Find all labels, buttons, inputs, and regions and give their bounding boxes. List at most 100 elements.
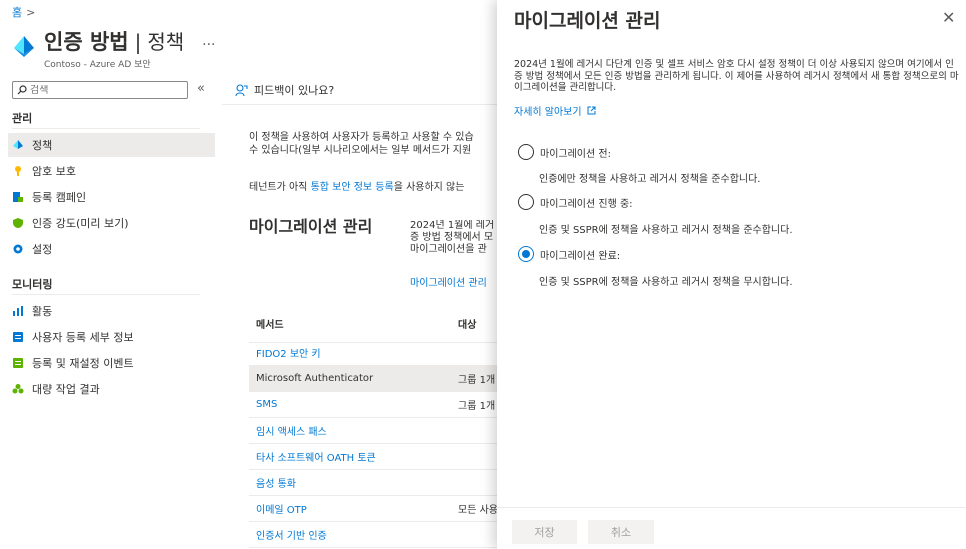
breadcrumb: 홈 > xyxy=(12,4,35,20)
radio-dot xyxy=(522,250,530,258)
search-icon xyxy=(17,85,27,95)
migration-description-line: 증 방법 정책에서 모 xyxy=(410,232,494,243)
sidebar-item-auth-strength[interactable]: 인증 강도(미리 보기) xyxy=(8,211,215,235)
panel-footer-divider xyxy=(497,507,966,508)
close-icon[interactable]: ✕ xyxy=(942,8,955,27)
sidebar-item-user-registration-details[interactable]: 사용자 등록 세부 정보 xyxy=(8,325,215,349)
radio-label: 마이그레이션 전: xyxy=(540,148,611,160)
breadcrumb-home[interactable]: 홈 xyxy=(12,6,22,19)
table-row[interactable]: 음성 통화 xyxy=(249,470,509,496)
method-name[interactable]: 타사 소프트웨어 OATH 토큰 xyxy=(256,449,376,464)
sidebar-item-label: 등록 캠페인 xyxy=(32,191,87,204)
sidebar-item-policies[interactable]: 정책 xyxy=(8,133,215,157)
sidebar-item-settings[interactable]: 설정 xyxy=(8,237,215,261)
method-name[interactable]: 인증서 기반 인증 xyxy=(256,527,327,542)
table-row[interactable]: 인증서 기반 인증 xyxy=(249,522,509,548)
sidebar-item-label: 정책 xyxy=(32,139,53,152)
activity-chart-icon xyxy=(13,306,23,316)
auth-methods-logo-icon xyxy=(14,36,34,57)
policy-diamond-icon xyxy=(13,140,23,149)
gear-icon xyxy=(13,244,23,254)
sidebar-item-label: 사용자 등록 세부 정보 xyxy=(32,331,134,344)
shield-icon xyxy=(13,218,23,228)
column-header-method[interactable]: 메서드 xyxy=(256,316,284,331)
radio-description: 인증 및 SSPR에 정책을 사용하고 레거시 정책을 무시합니다. xyxy=(539,277,793,288)
search-input[interactable] xyxy=(30,84,180,96)
migration-description: 2024년 1월에 레거 증 방법 정책에서 모 마이그레이션을 관 xyxy=(410,220,510,256)
nav-section-manage: 관리 xyxy=(12,112,33,125)
combined-registration-note: 테넌트가 아직 통합 보안 정보 등록을 사용하지 않는 xyxy=(249,178,509,193)
table-row[interactable]: Microsoft Authenticator 그룹 1개 xyxy=(249,366,509,392)
table-row[interactable]: 이메일 OTP 모든 사용자 xyxy=(249,496,509,522)
method-name[interactable]: 이메일 OTP xyxy=(256,501,307,516)
sidebar-item-registration-reset-events[interactable]: 등록 및 재설정 이벤트 xyxy=(8,351,215,375)
panel-title: 마이그레이션 관리 xyxy=(514,10,661,32)
manage-migration-panel: 마이그레이션 관리 ✕ 2024년 1월에 레거시 다단계 인증 및 셀프 서비… xyxy=(497,0,966,549)
policy-description-line: 이 정책을 사용하여 사용자가 등록하고 사용할 수 있습 xyxy=(249,132,474,143)
toolbar-divider xyxy=(222,104,522,105)
note-text: 테넌트가 아직 xyxy=(249,182,311,193)
method-name[interactable]: Microsoft Authenticator xyxy=(256,373,373,384)
feedback-label: 피드백이 있나요? xyxy=(254,84,335,97)
page-title: 인증 방법 xyxy=(44,30,129,54)
feedback-link[interactable]: 피드백이 있나요? xyxy=(235,82,334,98)
migration-heading: 마이그레이션 관리 xyxy=(249,217,373,236)
key-icon xyxy=(15,166,21,176)
sidebar-item-registration-campaign[interactable]: 등록 캠페인 xyxy=(8,185,215,209)
note-text: 을 사용하지 않는 xyxy=(393,182,465,193)
more-options-button[interactable]: ··· xyxy=(202,37,215,53)
external-link-icon xyxy=(587,106,596,115)
page-subtitle-title: 정책 xyxy=(147,30,185,54)
collapse-sidebar-button[interactable]: « xyxy=(197,81,205,96)
sidebar-item-label: 활동 xyxy=(32,305,53,318)
policy-description: 이 정책을 사용하여 사용자가 등록하고 사용할 수 있습 수 있습니다(일부 … xyxy=(249,131,509,157)
events-icon xyxy=(13,358,23,368)
radio-circle[interactable] xyxy=(518,194,534,210)
sidebar-item-label: 암호 보호 xyxy=(32,165,76,178)
policy-description-line: 수 있습니다(일부 시나리오에서는 일부 메서드가 지원 xyxy=(249,145,472,156)
table-row[interactable]: SMS 그룹 1개 xyxy=(249,392,509,418)
table-row[interactable]: 타사 소프트웨어 OATH 토큰 xyxy=(249,444,509,470)
page-header: 인증 방법 | 정책 ··· Contoso - Azure AD 보안 xyxy=(12,26,216,70)
radio-description: 인증 및 SSPR에 정책을 사용하고 레거시 정책을 준수합니다. xyxy=(539,225,793,236)
method-name[interactable]: SMS xyxy=(256,399,277,410)
method-name[interactable]: 임시 액세스 패스 xyxy=(256,423,327,438)
people-group-icon xyxy=(12,384,24,394)
radio-label: 마이그레이션 진행 중: xyxy=(540,198,633,210)
sidebar-item-password-protection[interactable]: 암호 보호 xyxy=(8,159,215,183)
search-box[interactable] xyxy=(12,81,188,99)
nav-section-monitoring: 모니터링 xyxy=(12,278,53,291)
nav-divider xyxy=(12,294,200,295)
manage-migration-link[interactable]: 마이그레이션 관리 xyxy=(410,274,510,289)
cancel-button[interactable]: 취소 xyxy=(588,520,654,544)
radio-description: 인증에만 정책을 사용하고 레거시 정책을 준수합니다. xyxy=(539,174,761,185)
radio-pre-migration[interactable]: 마이그레이션 전: xyxy=(518,144,611,160)
sidebar-item-label: 대량 작업 결과 xyxy=(32,383,100,396)
campaign-icon xyxy=(13,192,23,202)
save-button[interactable]: 저장 xyxy=(512,520,577,544)
sidebar-item-activity[interactable]: 활동 xyxy=(8,299,215,323)
org-subtitle: Contoso - Azure AD 보안 xyxy=(44,60,151,70)
radio-circle[interactable] xyxy=(518,144,534,160)
method-name[interactable]: FIDO2 보안 키 xyxy=(256,345,321,360)
learn-more-link[interactable]: 자세히 알아보기 xyxy=(514,103,596,118)
radio-label: 마이그레이션 완료: xyxy=(540,250,621,262)
migration-description-line: 2024년 1월에 레거 xyxy=(410,220,495,231)
table-row[interactable]: FIDO2 보안 키 xyxy=(249,340,509,366)
table-row[interactable]: 임시 액세스 패스 xyxy=(249,418,509,444)
radio-circle-selected[interactable] xyxy=(518,246,534,262)
panel-description: 2024년 1월에 레거시 다단계 인증 및 셀프 서비스 암호 다시 설정 정… xyxy=(514,59,959,93)
feedback-person-icon xyxy=(235,83,248,96)
method-name[interactable]: 음성 통화 xyxy=(256,475,296,490)
breadcrumb-separator: > xyxy=(26,6,36,19)
title-separator: | xyxy=(134,30,142,54)
radio-migration-complete[interactable]: 마이그레이션 완료: xyxy=(518,246,620,262)
sidebar-item-label: 등록 및 재설정 이벤트 xyxy=(32,357,134,370)
migration-description-line: 마이그레이션을 관 xyxy=(410,244,487,255)
combined-registration-link[interactable]: 통합 보안 정보 등록 xyxy=(311,182,394,193)
sidebar-item-bulk-operation-results[interactable]: 대량 작업 결과 xyxy=(8,377,215,401)
column-header-target[interactable]: 대상 xyxy=(458,316,476,331)
radio-migration-in-progress[interactable]: 마이그레이션 진행 중: xyxy=(518,194,633,210)
document-icon xyxy=(13,332,23,342)
learn-more-label: 자세히 알아보기 xyxy=(514,107,582,118)
